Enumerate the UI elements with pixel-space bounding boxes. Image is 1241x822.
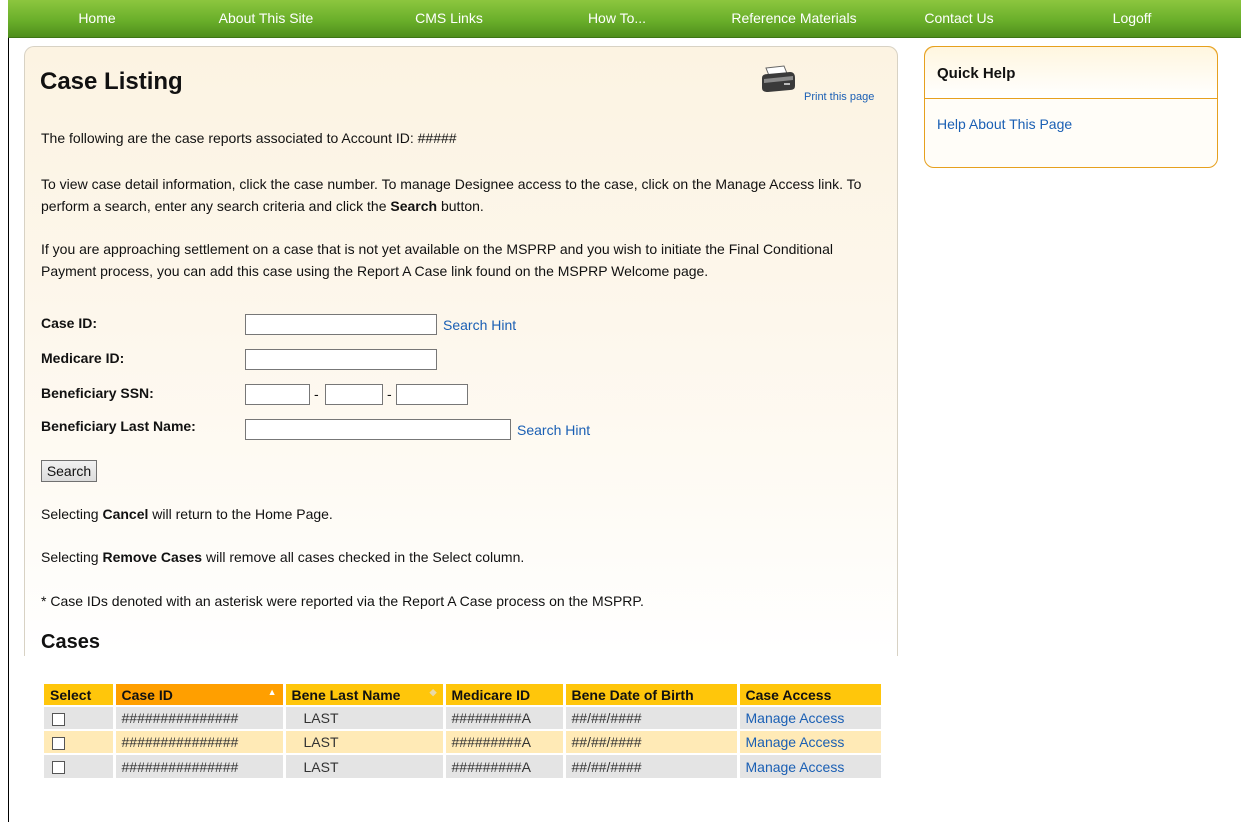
col-header-bene-dob: Bene Date of Birth xyxy=(564,684,740,706)
page-left-border xyxy=(8,0,9,822)
last-name-cell: LAST xyxy=(284,729,446,754)
col-header-bene-last-name[interactable]: Bene Last Name ◆ xyxy=(284,684,446,706)
sort-neutral-icon: ◆ xyxy=(429,687,437,697)
ssn-part1-input[interactable] xyxy=(245,384,310,405)
col-header-bene-dob-label: Bene Date of Birth xyxy=(571,686,694,703)
col-header-medicare-id: Medicare ID xyxy=(444,684,566,706)
nav-how-to[interactable]: How To... xyxy=(588,10,646,26)
medicare-id-cell: #########A xyxy=(444,705,566,730)
select-checkbox[interactable] xyxy=(52,761,65,775)
remove-cases-note: Selecting Remove Cases will remove all c… xyxy=(41,546,871,568)
account-intro-text: The following are the case reports assoc… xyxy=(41,130,457,146)
nav-contact-us[interactable]: Contact Us xyxy=(924,10,993,26)
beneficiary-last-name-label: Beneficiary Last Name: xyxy=(41,418,196,434)
last-name-cell: LAST xyxy=(284,705,446,730)
nav-reference-materials[interactable]: Reference Materials xyxy=(731,10,856,26)
help-about-this-page-link[interactable]: Help About This Page xyxy=(937,116,1072,132)
nav-cms-links[interactable]: CMS Links xyxy=(415,10,483,26)
select-cell xyxy=(44,729,116,754)
select-cell xyxy=(44,705,116,730)
printer-icon[interactable] xyxy=(760,64,796,94)
case-id-cell[interactable]: ############### xyxy=(114,729,286,754)
ssn-dash-2: - xyxy=(387,386,392,402)
search-button[interactable]: Search xyxy=(41,460,97,482)
remove-note-post: will remove all cases checked in the Sel… xyxy=(202,549,525,565)
medicare-id-cell: #########A xyxy=(444,729,566,754)
dob-cell: ##/##/#### xyxy=(564,753,740,778)
manage-access-link[interactable]: Manage Access xyxy=(746,759,845,775)
top-nav-bar: Home About This Site CMS Links How To...… xyxy=(8,0,1241,38)
table-row: ############### LAST #########A ##/##/##… xyxy=(44,753,884,778)
manage-access-link[interactable]: Manage Access xyxy=(746,710,845,726)
cancel-note-post: will return to the Home Page. xyxy=(148,506,333,522)
print-page-link[interactable]: Print this page xyxy=(804,91,874,103)
dob-cell: ##/##/#### xyxy=(564,705,740,730)
beneficiary-ssn-label: Beneficiary SSN: xyxy=(41,385,154,401)
last-name-input[interactable] xyxy=(245,419,511,440)
case-id-search-hint-link[interactable]: Search Hint xyxy=(443,317,516,333)
last-name-search-hint-link[interactable]: Search Hint xyxy=(517,422,590,438)
nav-home[interactable]: Home xyxy=(78,10,115,26)
medicare-id-label: Medicare ID: xyxy=(41,350,125,366)
last-name-cell: LAST xyxy=(284,753,446,778)
instructions-search-bold: Search xyxy=(390,198,438,214)
select-cell xyxy=(44,753,116,778)
cancel-note-bold: Cancel xyxy=(102,506,149,522)
case-id-cell[interactable]: ############### xyxy=(114,705,286,730)
col-header-case-access-label: Case Access xyxy=(745,686,832,703)
quick-help-title: Quick Help xyxy=(925,47,1217,99)
cases-section-title: Cases xyxy=(41,631,100,653)
settlement-text: If you are approaching settlement on a c… xyxy=(41,241,833,279)
col-header-select: Select xyxy=(44,684,116,706)
ssn-dash-1: - xyxy=(314,386,319,402)
col-header-case-id[interactable]: Case ID ▲ xyxy=(114,684,286,706)
asterisk-note: * Case IDs denoted with an asterisk were… xyxy=(41,593,644,609)
medicare-id-cell: #########A xyxy=(444,753,566,778)
remove-note-pre: Selecting xyxy=(41,549,103,565)
col-header-medicare-id-label: Medicare ID xyxy=(451,686,531,703)
case-access-cell: Manage Access xyxy=(738,705,884,730)
nav-logoff[interactable]: Logoff xyxy=(1113,10,1152,26)
sort-ascending-icon: ▲ xyxy=(267,687,277,697)
cancel-note-pre: Selecting xyxy=(41,506,103,522)
case-id-cell[interactable]: ############### xyxy=(114,753,286,778)
col-header-case-id-label: Case ID xyxy=(121,686,173,703)
case-access-cell: Manage Access xyxy=(738,753,884,778)
instructions-text: To view case detail information, click t… xyxy=(41,173,871,217)
select-checkbox[interactable] xyxy=(52,712,65,726)
nav-about-this-site[interactable]: About This Site xyxy=(219,10,314,26)
instructions-after: button. xyxy=(437,198,484,214)
select-checkbox[interactable] xyxy=(52,736,65,750)
manage-access-link[interactable]: Manage Access xyxy=(746,734,845,750)
medicare-id-input[interactable] xyxy=(245,349,437,370)
dob-cell: ##/##/#### xyxy=(564,729,740,754)
case-id-input[interactable] xyxy=(245,314,437,335)
table-row: ############### LAST #########A ##/##/##… xyxy=(44,729,884,754)
table-header-row: Select Case ID ▲ Bene Last Name ◆ Medicare… xyxy=(44,684,884,706)
col-header-bene-last-name-label: Bene Last Name xyxy=(291,686,401,703)
col-header-select-label: Select xyxy=(50,686,92,703)
remove-note-bold: Remove Cases xyxy=(102,549,203,565)
table-row: ############### LAST #########A ##/##/##… xyxy=(44,705,884,730)
ssn-part2-input[interactable] xyxy=(325,384,383,405)
ssn-part3-input[interactable] xyxy=(396,384,468,405)
quick-help-box: Quick Help Help About This Page xyxy=(924,46,1218,168)
col-header-case-access: Case Access xyxy=(738,684,884,706)
page-title: Case Listing xyxy=(40,68,183,95)
case-id-label: Case ID: xyxy=(41,315,98,331)
cases-table: Select Case ID ▲ Bene Last Name ◆ Medicare… xyxy=(44,684,884,778)
cancel-note: Selecting Cancel will return to the Home… xyxy=(41,503,871,525)
case-access-cell: Manage Access xyxy=(738,729,884,754)
